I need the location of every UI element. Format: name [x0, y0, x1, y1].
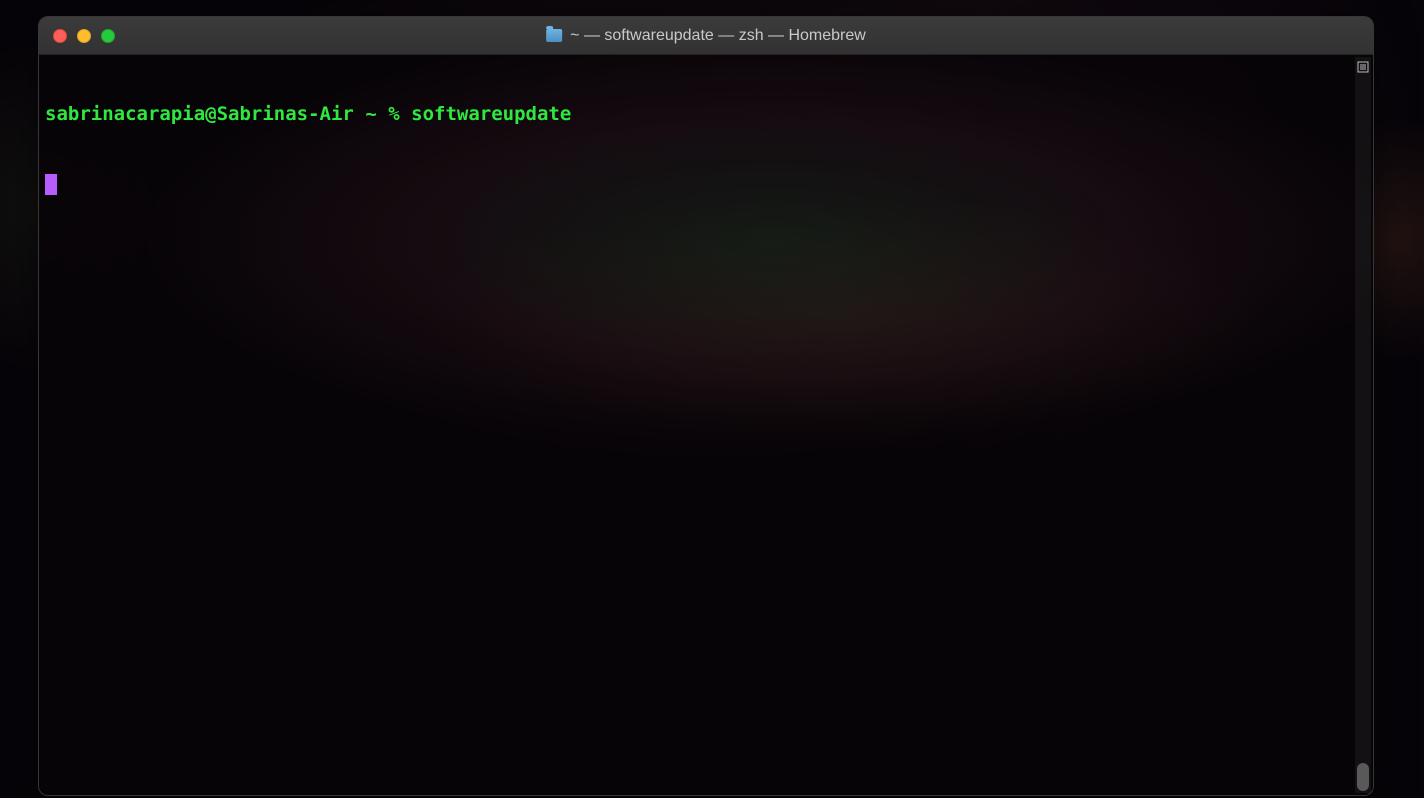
window-title-text: ~ — softwareupdate — zsh — Homebrew [570, 27, 866, 45]
close-button[interactable] [53, 29, 67, 43]
prompt-line: sabrinacarapia@Sabrinas-Air ~ % software… [45, 103, 1353, 126]
prompt-path: ~ [365, 103, 376, 125]
cursor [45, 174, 57, 195]
cursor-row [45, 172, 1353, 195]
title-bar[interactable]: ~ — softwareupdate — zsh — Homebrew [39, 17, 1373, 55]
terminal-window: ~ — softwareupdate — zsh — Homebrew sabr… [38, 16, 1374, 796]
folder-icon [546, 29, 562, 42]
prompt-symbol: % [388, 103, 399, 125]
window-title: ~ — softwareupdate — zsh — Homebrew [546, 27, 866, 45]
minimize-button[interactable] [77, 29, 91, 43]
prompt-user-host: sabrinacarapia@Sabrinas-Air [45, 103, 354, 125]
scroll-indicator-icon [1355, 59, 1371, 75]
scrollbar-vertical[interactable] [1355, 57, 1371, 793]
terminal-body[interactable]: sabrinacarapia@Sabrinas-Air ~ % software… [39, 55, 1373, 795]
window-controls [53, 29, 115, 43]
scrollbar-thumb[interactable] [1357, 763, 1369, 791]
command-text: softwareupdate [411, 103, 571, 125]
maximize-button[interactable] [101, 29, 115, 43]
terminal-content[interactable]: sabrinacarapia@Sabrinas-Air ~ % software… [45, 57, 1353, 795]
